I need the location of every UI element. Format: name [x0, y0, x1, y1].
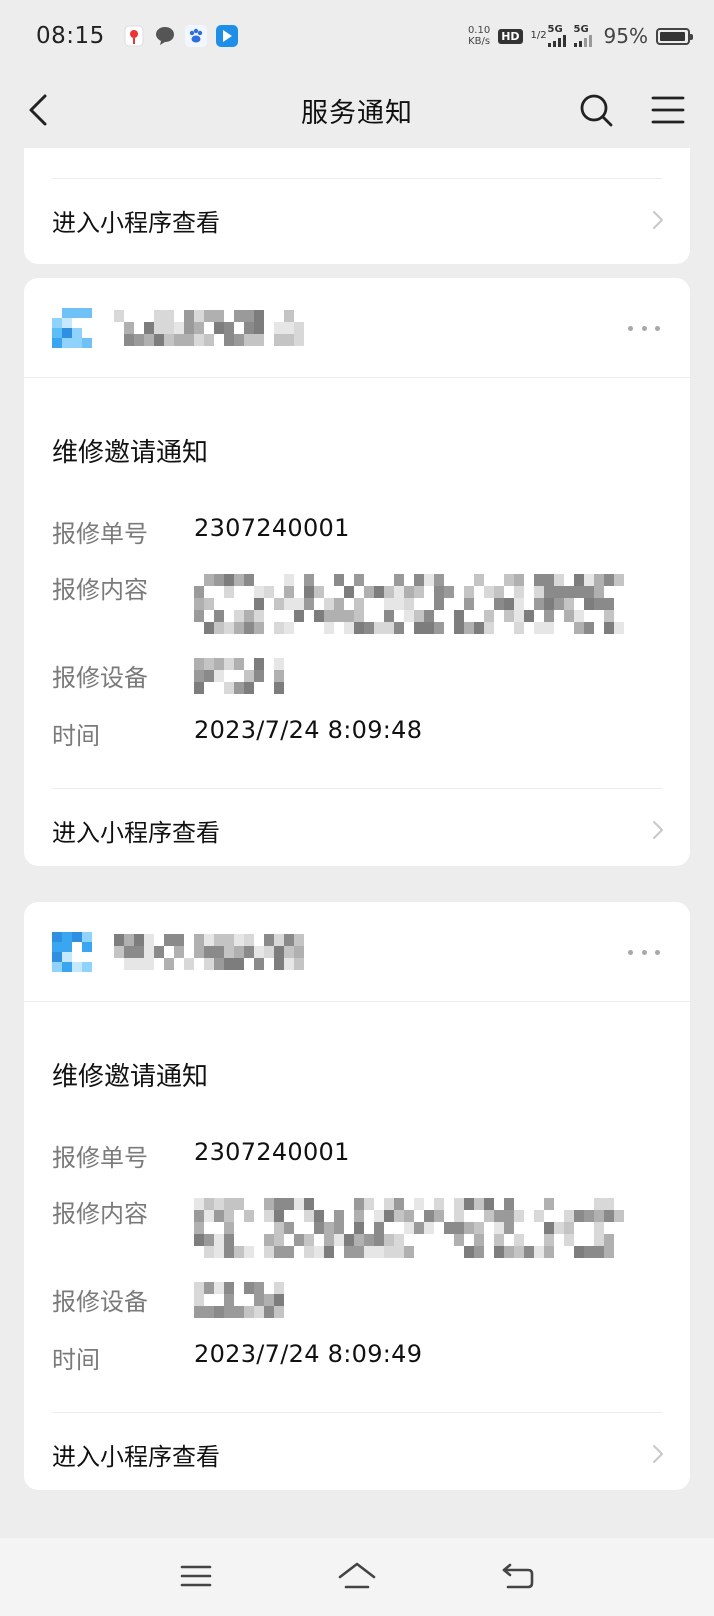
signal-1-label: 5G — [547, 24, 563, 35]
recents-menu-icon — [180, 1565, 212, 1587]
home-icon — [338, 1562, 376, 1589]
open-miniprogram-label: 进入小程序查看 — [52, 818, 220, 847]
open-miniprogram-label: 进入小程序查看 — [52, 1442, 220, 1471]
status-indicators: 0.10 KB/s HD 1/2 5G 5G 95% — [468, 24, 693, 48]
field-value: 2307240001 — [194, 1138, 350, 1166]
notification-card: 维修邀请通知 报修单号 2307240001 报修内容 报修设备 时间 2023… — [24, 278, 690, 866]
status-bar: 08:15 0.10 KB/s HD 1/2 5G 5G 95% — [0, 0, 714, 72]
field-repair-content: 报修内容 — [52, 1194, 630, 1258]
recents-button[interactable] — [172, 1552, 220, 1600]
field-value: 2023/7/24 8:09:48 — [194, 716, 423, 744]
chat-bubble-icon — [154, 25, 176, 47]
field-time: 时间 2023/7/24 8:09:49 — [52, 1340, 422, 1375]
field-time: 时间 2023/7/24 8:09:48 — [52, 716, 422, 751]
notification-icons — [123, 25, 238, 47]
network-speed-value: 0.10 — [467, 25, 491, 36]
hd-voice-icon: HD — [498, 28, 523, 44]
battery-icon — [656, 27, 693, 45]
status-time: 08:15 — [36, 23, 105, 49]
hd-sim-label: 1/2 — [530, 30, 547, 41]
field-label: 报修单号 — [52, 1144, 148, 1172]
signal-1-icon: 5G — [547, 24, 566, 47]
field-label: 时间 — [52, 722, 100, 750]
chevron-right-icon — [653, 1445, 663, 1463]
system-nav-bar — [0, 1538, 714, 1616]
miniprogram-logo — [52, 931, 92, 972]
field-value: 2023/7/24 8:09:49 — [194, 1340, 423, 1368]
more-options-button[interactable] — [626, 316, 662, 340]
open-miniprogram-link[interactable]: 进入小程序查看 — [24, 790, 690, 866]
menu-button[interactable] — [644, 86, 692, 134]
notification-card-partial: 进入小程序查看 — [24, 148, 690, 264]
system-back-button[interactable] — [494, 1552, 542, 1600]
location-pin-icon — [123, 25, 145, 47]
divider — [52, 178, 662, 179]
miniprogram-name-blurred — [114, 309, 304, 346]
chevron-left-icon — [29, 94, 47, 126]
field-order-number: 报修单号 2307240001 — [52, 1138, 350, 1173]
field-repair-device: 报修设备 — [52, 658, 284, 694]
signal-2-icon: 5G — [573, 24, 592, 47]
search-button[interactable] — [572, 86, 620, 134]
notification-card: 维修邀请通知 报修单号 2307240001 报修内容 报修设备 时间 2023… — [24, 902, 690, 1490]
divider — [52, 1412, 662, 1413]
page-title: 服务通知 — [301, 97, 413, 129]
signal-2-label: 5G — [573, 24, 589, 35]
field-value: 2307240001 — [194, 514, 350, 542]
battery-percent: 95% — [603, 24, 648, 48]
notification-list[interactable]: 进入小程序查看 维修邀请通知 报修单号 2307240001 报修内容 报修设备… — [0, 148, 714, 1538]
more-options-button[interactable] — [626, 940, 662, 964]
hamburger-icon — [651, 96, 685, 124]
network-speed-unit: KB/s — [468, 36, 491, 47]
search-icon — [580, 94, 613, 127]
return-icon — [502, 1563, 534, 1589]
blurred-value — [194, 658, 284, 694]
home-button[interactable] — [333, 1552, 381, 1600]
network-speed: 0.10 KB/s — [468, 25, 490, 47]
field-label: 报修设备 — [52, 1288, 148, 1316]
blurred-value — [194, 1198, 630, 1258]
divider — [52, 788, 662, 789]
field-label: 报修设备 — [52, 664, 148, 692]
back-button[interactable] — [14, 86, 62, 134]
notification-title: 维修邀请通知 — [52, 438, 209, 468]
nav-bar: 服务通知 — [0, 72, 714, 148]
field-repair-content: 报修内容 — [52, 570, 630, 634]
open-miniprogram-link[interactable]: 进入小程序查看 — [24, 180, 690, 260]
field-label: 报修内容 — [52, 1200, 148, 1228]
arrow-app-icon — [215, 25, 238, 47]
chevron-right-icon — [653, 211, 663, 229]
field-label: 报修单号 — [52, 520, 148, 548]
open-miniprogram-link[interactable]: 进入小程序查看 — [24, 1414, 690, 1490]
field-label: 报修内容 — [52, 576, 148, 604]
miniprogram-name-blurred — [114, 933, 304, 970]
field-label: 时间 — [52, 1346, 100, 1374]
battery-fill — [660, 31, 685, 41]
card-header — [24, 902, 690, 1002]
blurred-value — [194, 574, 630, 634]
field-order-number: 报修单号 2307240001 — [52, 514, 350, 549]
paw-app-icon — [184, 25, 207, 47]
chevron-right-icon — [653, 821, 663, 839]
notification-title: 维修邀请通知 — [52, 1062, 209, 1092]
field-repair-device: 报修设备 — [52, 1282, 284, 1318]
open-miniprogram-label: 进入小程序查看 — [52, 208, 220, 237]
blurred-value — [194, 1282, 284, 1318]
card-header — [24, 278, 690, 378]
miniprogram-logo — [52, 307, 92, 348]
